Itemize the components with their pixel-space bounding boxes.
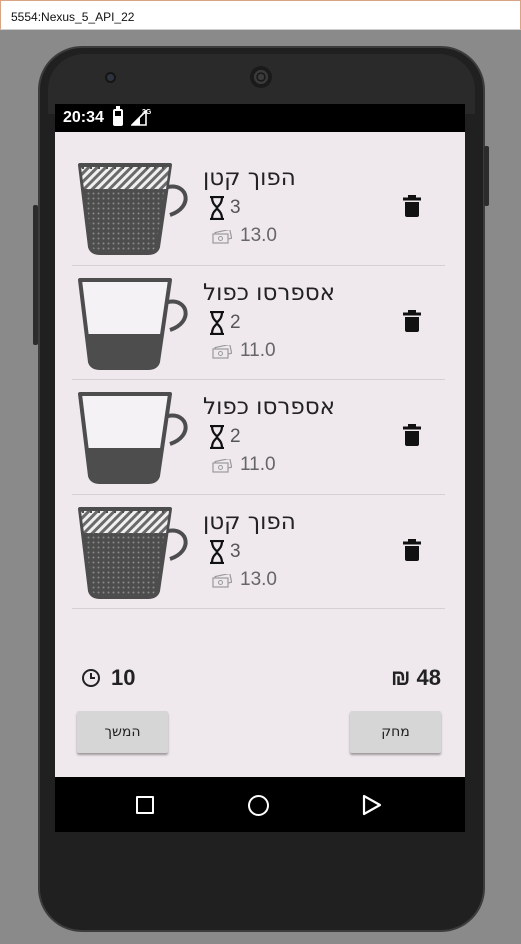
phone-screen: 20:34 3G הפוך קטן 3 13.0 אספרסו כפול 2 1… bbox=[55, 104, 465, 832]
item-name: הפוך קטן bbox=[203, 165, 296, 191]
order-row[interactable]: אספרסו כפול 2 11.0 bbox=[72, 266, 445, 380]
item-price: 13.0 bbox=[240, 568, 277, 590]
item-name: אספרסו כפול bbox=[203, 394, 336, 420]
total-time: 10 bbox=[111, 665, 136, 690]
front-camera bbox=[105, 72, 116, 83]
prep-time: 3 bbox=[230, 540, 241, 562]
hourglass-icon bbox=[210, 539, 224, 564]
square-icon[interactable] bbox=[136, 796, 154, 814]
hourglass-icon bbox=[210, 425, 224, 449]
prep-time: 2 bbox=[230, 311, 241, 333]
proximity-sensor bbox=[400, 73, 406, 79]
network-type-label: 3G bbox=[142, 109, 152, 116]
status-bar: 20:34 3G bbox=[55, 104, 465, 132]
emulator-window-title: 5554:Nexus_5_API_22 bbox=[0, 0, 521, 30]
hourglass-icon bbox=[210, 310, 224, 335]
status-time: 20:34 bbox=[63, 109, 104, 126]
prep-time: 3 bbox=[230, 197, 241, 218]
trash-icon[interactable] bbox=[403, 309, 421, 332]
light-sensor bbox=[414, 73, 420, 79]
order-summary: 10 48 ₪ bbox=[55, 652, 465, 692]
order-list[interactable]: הפוך קטן 3 13.0 אספרסו כפול 2 11.0 אספרס… bbox=[72, 151, 445, 609]
order-screen: הפוך קטן 3 13.0 אספרסו כפול 2 11.0 אספרס… bbox=[55, 132, 465, 777]
item-name: אספרסו כפול bbox=[203, 279, 336, 306]
money-icon bbox=[212, 573, 232, 588]
espresso-cup-icon bbox=[78, 277, 188, 370]
hourglass-icon bbox=[210, 196, 224, 220]
triangle-icon[interactable] bbox=[362, 794, 382, 816]
espresso-cup-icon bbox=[78, 392, 188, 484]
latte-cup-icon bbox=[78, 506, 188, 599]
money-icon bbox=[212, 459, 232, 473]
latte-cup-icon bbox=[78, 163, 188, 255]
volume-button[interactable] bbox=[33, 205, 38, 345]
clock-icon bbox=[82, 669, 100, 687]
power-button[interactable] bbox=[484, 146, 489, 206]
order-row[interactable]: אספרסו כפול 2 11.0 bbox=[72, 380, 445, 495]
total-price: 48 ₪ bbox=[390, 665, 441, 690]
battery-icon bbox=[113, 106, 123, 126]
item-price: 13.0 bbox=[240, 225, 277, 246]
money-icon bbox=[212, 344, 232, 359]
money-icon bbox=[212, 230, 232, 244]
home-circle-icon[interactable] bbox=[248, 795, 269, 816]
order-row[interactable]: הפוך קטן 3 13.0 bbox=[72, 151, 445, 266]
navigation-bar bbox=[55, 777, 465, 832]
item-price: 11.0 bbox=[240, 454, 276, 475]
prep-time: 2 bbox=[230, 426, 241, 447]
order-row[interactable]: הפוך קטן 3 13.0 bbox=[72, 495, 445, 609]
continue-button[interactable]: המשך bbox=[77, 711, 168, 753]
item-price: 11.0 bbox=[240, 339, 276, 361]
trash-icon[interactable] bbox=[403, 538, 421, 561]
delete-button[interactable]: מחק bbox=[350, 711, 441, 753]
trash-icon[interactable] bbox=[403, 195, 421, 217]
trash-icon[interactable] bbox=[403, 424, 421, 446]
item-name: הפוך קטן bbox=[203, 508, 296, 535]
earpiece-speaker bbox=[250, 66, 272, 88]
